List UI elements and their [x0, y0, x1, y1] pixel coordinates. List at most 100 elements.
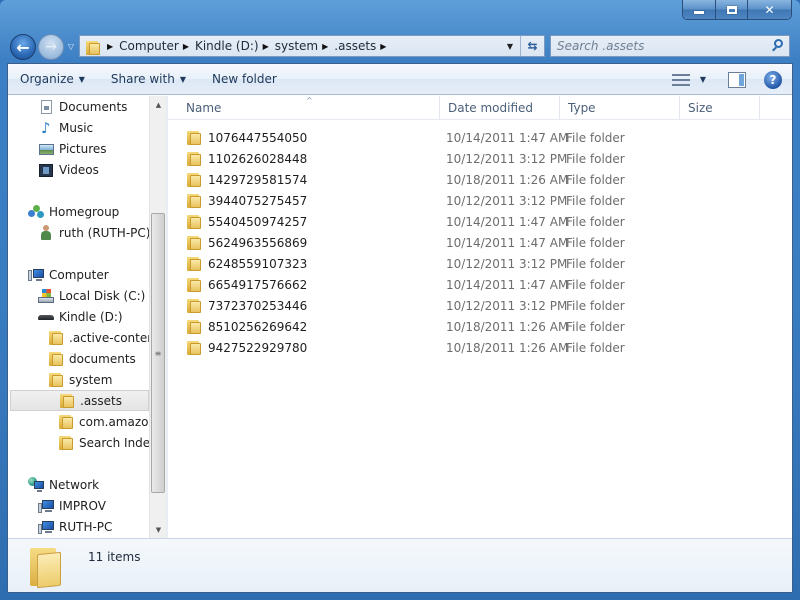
nav-item-local-disk[interactable]: Local Disk (C:)	[38, 285, 145, 306]
address-history-dropdown[interactable]: ▼	[502, 36, 518, 56]
file-row[interactable]: 1102626028448 10/12/2011 3:12 PM File fold…	[168, 148, 792, 169]
organize-button[interactable]: Organize ▼	[8, 64, 99, 94]
breadcrumb-computer[interactable]: Computer ▶	[119, 39, 195, 53]
column-header-size[interactable]: Size	[680, 96, 760, 120]
nav-item-music[interactable]: ♪ Music	[38, 117, 93, 138]
organize-label: Organize	[20, 72, 74, 86]
new-folder-button[interactable]: New folder	[200, 64, 291, 94]
removable-drive-icon	[38, 309, 54, 325]
nav-item-label: RUTH-PC	[59, 519, 113, 534]
help-icon: ?	[769, 72, 777, 87]
breadcrumb-kindle[interactable]: Kindle (D:) ▶	[195, 39, 275, 53]
nav-item-system[interactable]: system	[48, 369, 112, 390]
date-modified: 10/18/2011 1:26 AM	[446, 340, 569, 355]
share-with-button[interactable]: Share with ▼	[99, 64, 200, 94]
maximize-icon	[726, 5, 737, 14]
scroll-up-button[interactable]: ▲	[150, 96, 166, 113]
nav-item-label: Music	[59, 120, 94, 135]
preview-pane-button[interactable]	[728, 71, 746, 88]
date-modified: 10/12/2011 3:12 PM	[446, 256, 568, 271]
file-name-cell: 1429729581574	[186, 169, 307, 190]
nav-item-pictures[interactable]: Pictures	[38, 138, 107, 159]
column-header-type[interactable]: Type	[560, 96, 680, 120]
nav-item-videos[interactable]: Videos	[38, 159, 99, 180]
breadcrumb-label: Kindle (D:)	[194, 39, 259, 53]
scroll-thumb[interactable]: ≡	[151, 213, 165, 493]
nav-item-documents-folder[interactable]: documents	[48, 348, 136, 369]
nav-item-label: .assets	[80, 393, 123, 408]
file-row[interactable]: 9427522929780 10/18/2011 1:26 AM File fold…	[168, 337, 792, 358]
file-row[interactable]: 8510256269642 10/18/2011 1:26 AM File fold…	[168, 316, 792, 337]
forward-button[interactable]: →	[38, 34, 64, 60]
folder-icon	[186, 214, 202, 230]
view-options-dropdown[interactable]: ▼	[696, 75, 710, 84]
file-row[interactable]: 5540450974257 10/14/2011 1:47 AM File fold…	[168, 211, 792, 232]
minimize-button[interactable]	[683, 0, 715, 19]
column-header-date[interactable]: Date modified	[440, 96, 560, 120]
help-button[interactable]: ?	[764, 70, 782, 89]
file-type: File folder	[566, 298, 625, 313]
folder-icon	[186, 193, 202, 209]
grip-icon: ≡	[154, 348, 162, 358]
date-modified: 10/14/2011 1:47 AM	[446, 214, 569, 229]
chevron-right-icon[interactable]: ▶	[322, 42, 328, 51]
file-name-cell: 1102626028448	[186, 148, 307, 169]
change-view-button[interactable]	[672, 73, 690, 87]
chevron-right-icon[interactable]: ▶	[183, 42, 189, 51]
column-label: Type	[568, 101, 596, 115]
navigation-pane: Documents ♪ Music Pictures Videos Homegr…	[8, 96, 166, 538]
back-button[interactable]: ←	[10, 34, 36, 60]
file-row[interactable]: 6654917576662 10/14/2011 1:47 AM File fold…	[168, 274, 792, 295]
file-row[interactable]: 1429729581574 10/18/2011 1:26 AM File fold…	[168, 169, 792, 190]
nav-item-network[interactable]: Network	[28, 474, 99, 495]
maximize-button[interactable]	[715, 0, 747, 19]
item-count: 11 items	[88, 550, 141, 564]
date-modified: 10/12/2011 3:12 PM	[446, 298, 568, 313]
scroll-down-button[interactable]: ▼	[150, 521, 166, 538]
breadcrumb-system[interactable]: system ▶	[275, 39, 335, 53]
column-header-row: Name ^ Date modified Type Size	[168, 96, 792, 120]
file-row[interactable]: 6248559107323 10/12/2011 3:12 PM File fold…	[168, 253, 792, 274]
breadcrumb-label: .assets	[334, 39, 377, 53]
file-row[interactable]: 5624963556869 10/14/2011 1:47 AM File fold…	[168, 232, 792, 253]
file-row[interactable]: 1076447554050 10/14/2011 1:47 AM File fold…	[168, 127, 792, 148]
nav-item-ruth-pc[interactable]: RUTH-PC	[38, 516, 112, 537]
navigation-scrollbar[interactable]: ▲ ≡ ▼	[149, 96, 166, 538]
breadcrumb-assets[interactable]: .assets ▶	[334, 39, 392, 53]
file-name: 7372370253446	[208, 298, 308, 313]
chevron-down-icon: ▽	[67, 42, 75, 51]
nav-item-assets[interactable]: .assets	[10, 390, 149, 411]
chevron-right-icon[interactable]: ▶	[380, 42, 386, 51]
chevron-right-icon[interactable]: ▶	[263, 42, 269, 51]
nav-item-com-amazon[interactable]: com.amazon	[58, 411, 156, 432]
address-bar[interactable]: ▶ Computer ▶ Kindle (D:) ▶ system ▶ .assets…	[79, 35, 545, 57]
refresh-button[interactable]: ⇆	[520, 36, 544, 56]
nav-item-label: .active-content	[69, 330, 160, 345]
user-icon	[38, 224, 54, 241]
search-input[interactable]	[551, 39, 769, 53]
new-folder-label: New folder	[211, 72, 277, 86]
file-row[interactable]: 7372370253446 10/12/2011 3:12 PM File fold…	[168, 295, 792, 316]
nav-item-ruth[interactable]: ruth (RUTH-PC)	[38, 222, 150, 243]
recent-pages-dropdown[interactable]: ▽	[66, 42, 76, 52]
nav-item-computer[interactable]: Computer	[28, 264, 109, 285]
folder-icon	[186, 172, 202, 188]
folder-icon	[186, 256, 202, 272]
breadcrumb-separator[interactable]: ▶	[103, 42, 119, 51]
search-icon[interactable]	[769, 36, 789, 56]
documents-icon	[38, 99, 54, 115]
nav-item-homegroup[interactable]: Homegroup	[28, 201, 119, 222]
close-button[interactable]: ✕	[747, 0, 791, 19]
folder-icon	[59, 393, 75, 409]
file-row[interactable]: 3944075275457 10/12/2011 3:12 PM File fold…	[168, 190, 792, 211]
nav-item-kindle[interactable]: Kindle (D:)	[38, 306, 123, 327]
nav-item-label: Kindle (D:)	[59, 309, 123, 324]
file-name-cell: 8510256269642	[186, 316, 307, 337]
folder-icon	[48, 351, 64, 367]
nav-item-documents[interactable]: Documents	[38, 96, 127, 117]
nav-item-active-content[interactable]: .active-content	[48, 327, 160, 348]
date-modified: 10/18/2011 1:26 AM	[446, 319, 569, 334]
title-bar[interactable]: ✕	[0, 0, 800, 28]
column-label: Size	[688, 101, 713, 115]
nav-item-improv[interactable]: IMPROV	[38, 495, 106, 516]
